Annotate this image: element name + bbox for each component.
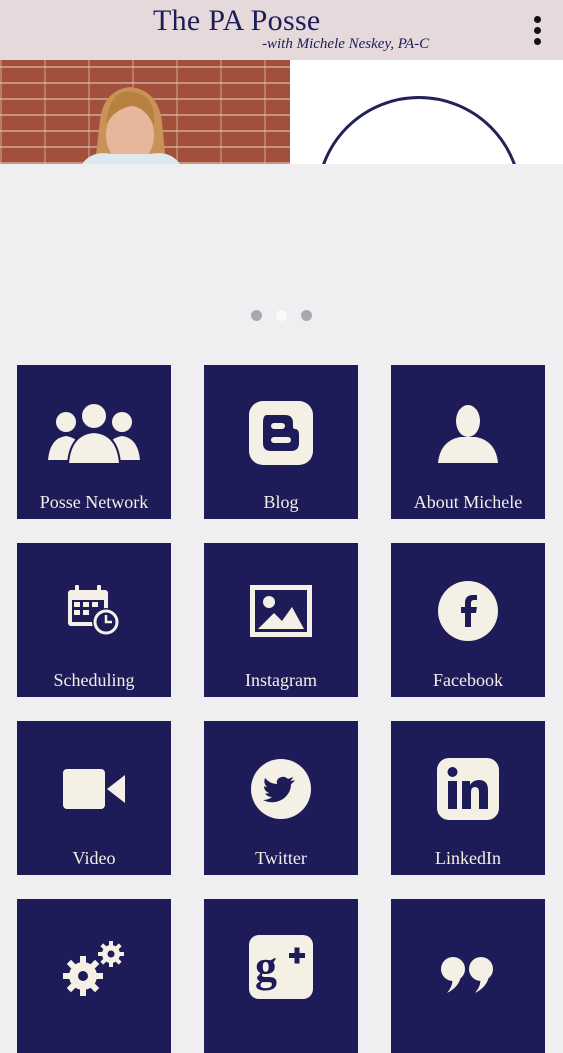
more-vert-icon[interactable] (520, 10, 554, 50)
twitter-icon (204, 749, 358, 829)
tile-label: Facebook (433, 670, 503, 690)
tile-settings[interactable] (17, 899, 171, 1053)
tile-testimonials[interactable] (391, 899, 545, 1053)
linkedin-icon (391, 749, 545, 829)
tile-twitter[interactable]: Twitter (204, 721, 358, 875)
tile-google-plus[interactable]: g (204, 899, 358, 1053)
tile-posse-network[interactable]: Posse Network (17, 365, 171, 519)
video-camera-icon (17, 749, 171, 829)
gears-icon (17, 927, 171, 1007)
tile-facebook[interactable]: Facebook (391, 543, 545, 697)
tile-label: LinkedIn (435, 848, 501, 868)
tile-blog[interactable]: Blog (204, 365, 358, 519)
group-icon (17, 393, 171, 473)
image-icon (204, 571, 358, 651)
banner-photo (0, 60, 290, 164)
tile-instagram[interactable]: Instagram (204, 543, 358, 697)
slider-dots[interactable] (251, 310, 312, 321)
tile-linkedin[interactable]: LinkedIn (391, 721, 545, 875)
tile-label: Scheduling (53, 670, 135, 690)
tile-video[interactable]: Video (17, 721, 171, 875)
tile-label: Twitter (255, 848, 307, 868)
calendar-clock-icon (17, 571, 171, 651)
tile-scheduling[interactable]: Scheduling (17, 543, 171, 697)
banner-slider[interactable] (0, 60, 563, 164)
tile-label: Instagram (245, 670, 317, 690)
app-header: The PA Posse -with Michele Neskey, PA-C (0, 0, 563, 60)
tile-label: About Michele (413, 492, 523, 512)
app-subtitle: -with Michele Neskey, PA-C (262, 36, 430, 52)
tile-label: Posse Network (39, 492, 149, 512)
app-title: The PA Posse (153, 4, 321, 37)
google-plus-icon: g (204, 927, 358, 1007)
blogger-icon (204, 393, 358, 473)
slider-dot[interactable] (251, 310, 262, 321)
slider-dot[interactable] (301, 310, 312, 321)
quote-icon (391, 927, 545, 1007)
tile-label: Video (72, 848, 116, 868)
person-icon (391, 393, 545, 473)
tile-about-michele[interactable]: About Michele (391, 365, 545, 519)
tile-label: Blog (263, 492, 299, 512)
svg-text:g: g (255, 942, 277, 991)
slider-dot-active[interactable] (276, 310, 287, 321)
slider-area (0, 164, 563, 364)
facebook-icon (391, 571, 545, 651)
